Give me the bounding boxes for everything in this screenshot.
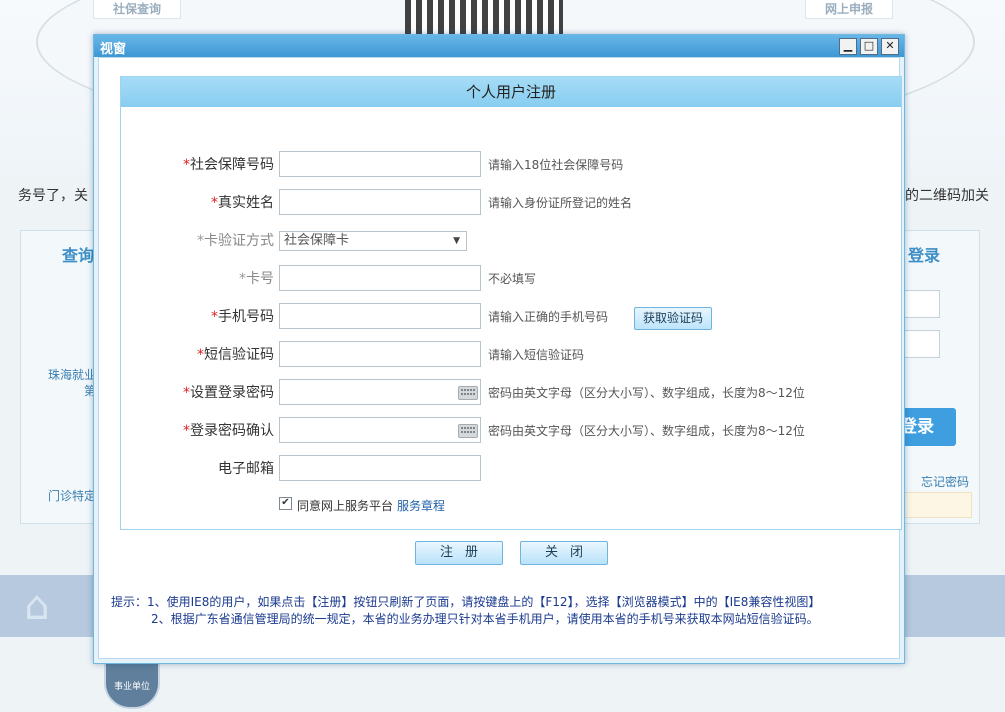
- bg-link-online-declare[interactable]: 网上申报: [805, 0, 893, 19]
- row-password: *设置登录密码 密码由英文字母（区分大小写）、数字组成，长度为8～12位: [121, 379, 901, 407]
- minimize-icon[interactable]: ▁: [839, 38, 857, 55]
- name-input[interactable]: [279, 189, 481, 215]
- registration-dialog: 视窗 ▁ □ ✕ 个人用户注册 *社会保障号码 请输入18位社会保障号码 *真实…: [93, 34, 905, 664]
- row-email: 电子邮箱: [121, 455, 901, 483]
- dropdown-arrow-icon: ▼: [453, 236, 460, 246]
- register-button[interactable]: 注册: [415, 541, 503, 565]
- keyboard-icon[interactable]: [458, 386, 478, 400]
- bg-left-item[interactable]: 门诊特定: [48, 487, 96, 504]
- row-name: *真实姓名 请输入身份证所登记的姓名: [121, 189, 901, 217]
- hint-card-no: 不必填写: [488, 272, 537, 286]
- label-password: *设置登录密码: [183, 385, 274, 401]
- dialog-body: 个人用户注册 *社会保障号码 请输入18位社会保障号码 *真实姓名 请输入身份证…: [98, 57, 902, 659]
- bg-left-item[interactable]: 珠海就业: [48, 366, 96, 383]
- bg-login-title: 登录: [908, 246, 941, 265]
- hint-name: 请输入身份证所登记的姓名: [488, 196, 633, 210]
- bg-login-button[interactable]: 登录: [900, 408, 956, 446]
- agree-text: 同意网上服务平台: [297, 499, 394, 513]
- card-method-value: 社会保障卡: [284, 233, 350, 248]
- row-password-confirm: *登录密码确认 密码由英文字母（区分大小写）、数字组成，长度为8～12位: [121, 417, 901, 445]
- close-icon[interactable]: ✕: [881, 38, 899, 55]
- label-card-no: *卡号: [239, 271, 274, 287]
- keyboard-icon[interactable]: [458, 424, 478, 438]
- label-email: 电子邮箱: [218, 461, 274, 477]
- bg-notice-box: [904, 492, 972, 518]
- card-no-input[interactable]: [279, 265, 481, 291]
- row-sms: *短信验证码 请输入短信验证码: [121, 341, 901, 369]
- email-input[interactable]: [279, 455, 481, 481]
- bg-login-username[interactable]: [904, 290, 940, 318]
- hint-password-confirm: 密码由英文字母（区分大小写）、数字组成，长度为8～12位: [488, 424, 805, 438]
- label-sms: *短信验证码: [197, 347, 274, 363]
- bg-query-title: 查询: [62, 246, 95, 265]
- agree-checkbox[interactable]: ✔: [279, 497, 292, 510]
- label-password-confirm: *登录密码确认: [183, 423, 274, 439]
- card-method-select[interactable]: 社会保障卡 ▼: [279, 231, 467, 251]
- form-heading: 个人用户注册: [121, 77, 901, 107]
- house-icon: ⌂: [24, 583, 50, 629]
- dialog-titlebar[interactable]: 视窗 ▁ □ ✕: [94, 35, 904, 57]
- hint-sms: 请输入短信验证码: [488, 348, 585, 362]
- bg-login-password[interactable]: [904, 330, 940, 358]
- agreement-row: ✔ 同意网上服务平台 服务章程: [279, 497, 445, 516]
- bg-forget-password-link[interactable]: 忘记密码: [921, 473, 969, 490]
- hint-ssn: 请输入18位社会保障号码: [488, 158, 624, 172]
- dialog-title: 视窗: [100, 42, 127, 57]
- phone-input[interactable]: [279, 303, 481, 329]
- sms-code-input[interactable]: [279, 341, 481, 367]
- label-ssn: *社会保障号码: [183, 157, 274, 173]
- bg-link-social-query[interactable]: 社保查询: [93, 0, 181, 19]
- badge-icon: 事业单位: [104, 660, 160, 709]
- row-card-method: *卡验证方式 社会保障卡 ▼: [121, 227, 901, 255]
- registration-form: 个人用户注册 *社会保障号码 请输入18位社会保障号码 *真实姓名 请输入身份证…: [120, 76, 902, 530]
- row-phone: *手机号码 请输入正确的手机号码 获取验证码: [121, 303, 901, 331]
- tip-line-1: 提示：1、使用IE8的用户，如果点击【注册】按钮只刷新了页面，请按键盘上的【F1…: [111, 595, 821, 609]
- hint-phone: 请输入正确的手机号码: [488, 310, 609, 324]
- label-phone: *手机号码: [211, 309, 274, 325]
- bg-side-text-right: 的二维码加关: [905, 188, 989, 204]
- get-code-button[interactable]: 获取验证码: [634, 307, 712, 330]
- service-terms-link[interactable]: 服务章程: [397, 499, 445, 513]
- tip-line-2: 2、根据广东省通信管理局的统一规定，本省的业务办理只针对本省手机用户，请使用本省…: [151, 612, 819, 626]
- password-input[interactable]: [279, 379, 481, 405]
- hint-password: 密码由英文字母（区分大小写）、数字组成，长度为8～12位: [488, 386, 805, 400]
- row-card-no: *卡号 不必填写: [121, 265, 901, 293]
- close-button[interactable]: 关闭: [520, 541, 608, 565]
- label-name: *真实姓名: [211, 195, 274, 211]
- label-card-method: *卡验证方式: [197, 233, 274, 249]
- bg-side-text-left: 务号了，关: [18, 188, 88, 204]
- row-ssn: *社会保障号码 请输入18位社会保障号码: [121, 151, 901, 179]
- ssn-input[interactable]: [279, 151, 481, 177]
- maximize-icon[interactable]: □: [860, 38, 878, 55]
- password-confirm-input[interactable]: [279, 417, 481, 443]
